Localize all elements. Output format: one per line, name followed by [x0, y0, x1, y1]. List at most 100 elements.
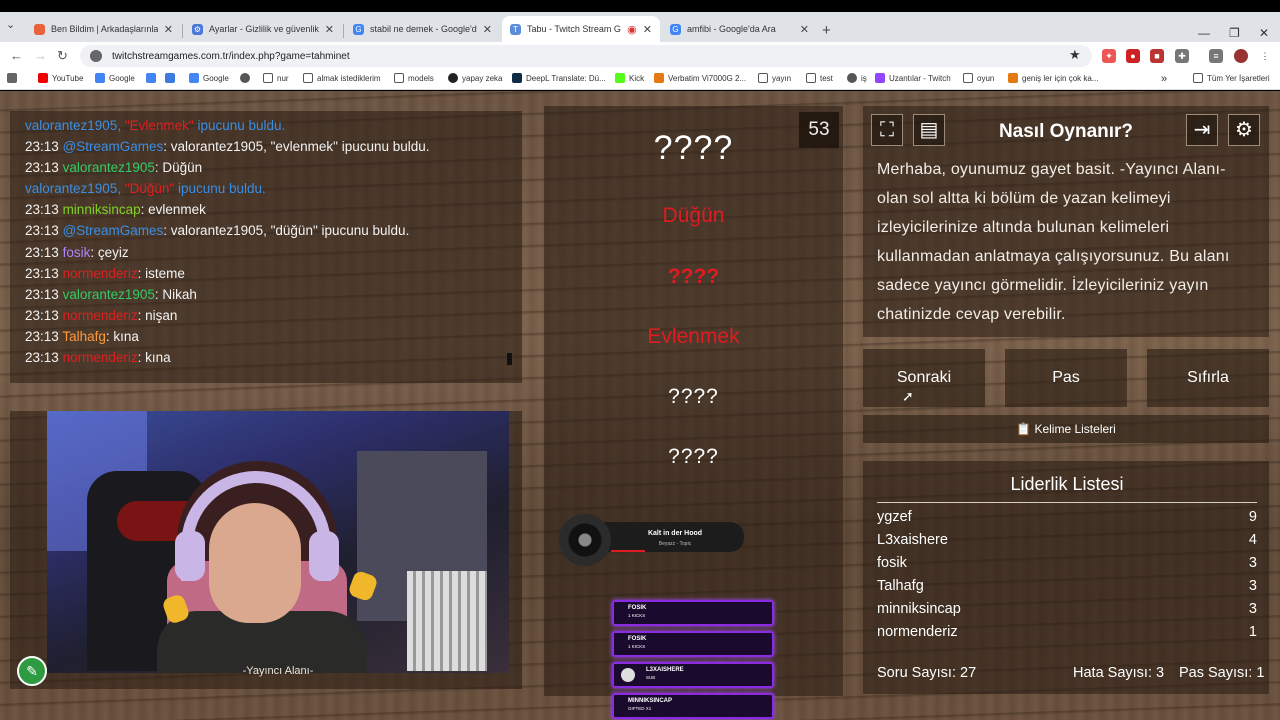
alert-name: MINNIKSINCAP	[628, 698, 673, 704]
restore-icon[interactable]: ❐	[1229, 26, 1240, 40]
reset-button[interactable]: Sıfırla	[1147, 349, 1269, 407]
new-tab-icon[interactable]: +	[822, 22, 831, 39]
chat-username[interactable]: @StreamGames	[63, 223, 164, 238]
bookmark-is[interactable]: iş	[847, 73, 867, 83]
close-icon[interactable]: ✕	[325, 23, 334, 36]
chat-text: : nişan	[137, 307, 178, 323]
bookmark-folder-oyun[interactable]: oyun	[963, 73, 994, 83]
bookmark-folder-almak[interactable]: almak istediklerim	[303, 73, 381, 83]
extension-icon[interactable]: ■	[1150, 49, 1164, 63]
chat-message: 23:13 normenderiz: isteme	[25, 263, 522, 284]
clue-word: Evlenmek	[647, 325, 740, 348]
adblock-icon[interactable]: ●	[1126, 49, 1140, 63]
bookmark-verbatim[interactable]: Verbatim Vi7000G 2...	[654, 73, 746, 83]
chat-username[interactable]: @StreamGames	[63, 139, 164, 154]
bookmark-genis[interactable]: geniş ler için çok ka...	[1008, 73, 1098, 83]
chat-username[interactable]: fosik	[63, 245, 91, 260]
tab-label: Ayarlar - Gizlilik ve güvenlik	[209, 24, 319, 34]
bookmark-yapay-zeka[interactable]: yapay zeka	[448, 73, 502, 83]
chat-message: 23:13 normenderiz: kına	[25, 347, 522, 368]
chat-text: : valorantez1905, "evlenmek" ipucunu bul…	[163, 139, 430, 155]
bookmark-youtube[interactable]: YouTube	[38, 73, 83, 83]
word-lists-label: Kelime Listeleri	[1034, 422, 1116, 436]
bookmark-deepl[interactable]: DeepL Translate: Dü...	[512, 73, 606, 83]
minimize-icon[interactable]: —	[1198, 26, 1210, 40]
deepl-icon	[512, 73, 522, 83]
close-icon[interactable]: ✕	[483, 23, 492, 36]
chat-timestamp: 23:13	[25, 265, 59, 281]
found-word: "Evlenmek"	[124, 118, 194, 133]
apps-grid-icon[interactable]	[7, 73, 21, 83]
bookmark-star-icon[interactable]: ★	[1069, 47, 1081, 63]
chat-scrollbar[interactable]	[507, 353, 512, 365]
clue-word: Düğün	[662, 204, 725, 227]
settings-gear-icon[interactable]: ⚙	[1228, 114, 1260, 146]
tab-tabu[interactable]: T Tabu - Twitch Stream Game ◉ ✕	[502, 16, 660, 42]
tab-label: amfibi - Google'da Ara	[687, 24, 776, 34]
bookmark-folder-models[interactable]: models	[394, 73, 434, 83]
chat-username[interactable]: valorantez1905	[25, 118, 117, 133]
chat-username[interactable]: valorantez1905	[63, 160, 155, 175]
alert-name: FOSIK	[628, 636, 647, 642]
bookmark-label: Google	[109, 73, 135, 83]
more-menu-icon[interactable]: ⋮	[1258, 49, 1272, 63]
close-icon[interactable]: ✕	[800, 23, 809, 36]
chat-username[interactable]: valorantez1905	[63, 287, 155, 302]
avatar[interactable]	[1234, 49, 1248, 63]
folder-icon	[806, 73, 816, 83]
tab-stabil[interactable]: G stabil ne demek - Google'da Ara ✕	[345, 16, 500, 42]
chat-username[interactable]: normenderiz	[63, 266, 138, 281]
bookmark-folder-test[interactable]: test	[806, 73, 833, 83]
chat-username[interactable]: normenderiz	[63, 308, 138, 323]
pass-button[interactable]: Pas	[1005, 349, 1127, 407]
chat-message: 23:13 valorantez1905: Düğün	[25, 157, 522, 178]
extension-icon[interactable]: ✦	[1102, 49, 1116, 63]
close-icon[interactable]: ✕	[164, 23, 173, 36]
all-bookmarks[interactable]: Tüm Yer İşaretleri	[1193, 73, 1270, 83]
bookmark-globe[interactable]	[240, 73, 254, 83]
pencil-icon[interactable]: ✎	[17, 656, 47, 686]
word-lists-button[interactable]: 📋 Kelime Listeleri	[863, 415, 1269, 443]
tab-ben-bildim[interactable]: Ben Bildim | Arkadaşlarınla Onlin ✕	[26, 16, 181, 42]
openai-icon	[448, 73, 458, 83]
media-control-icon[interactable]: ≡	[1209, 49, 1223, 63]
bookmark-folder-yayin[interactable]: yayın	[758, 73, 791, 83]
bookmark-google-2[interactable]: Google	[189, 73, 229, 83]
next-button[interactable]: Sonraki	[863, 349, 985, 407]
bookmark-translate[interactable]	[165, 73, 179, 83]
chat-username[interactable]: normenderiz	[63, 350, 138, 365]
clue-word: ????	[668, 445, 719, 468]
game-page: valorantez1905, "Evlenmek" ipucunu buldu…	[0, 91, 1280, 720]
how-to-play-text: Merhaba, oyunumuz gayet basit. -Yayıncı …	[877, 161, 1230, 323]
folder-icon	[963, 73, 973, 83]
bookmark-google[interactable]: Google	[95, 73, 135, 83]
tab-label: Tabu - Twitch Stream Game	[527, 24, 621, 34]
bookmark-google-g[interactable]	[146, 73, 160, 83]
window-close-icon[interactable]: ✕	[1259, 26, 1269, 40]
tab-label: Ben Bildim | Arkadaşlarınla Onlin	[51, 24, 158, 34]
bookmark-uzantilar[interactable]: Uzantılar - Twitch	[875, 73, 951, 83]
bookmark-folder-nur[interactable]: nur	[263, 73, 289, 83]
chat-username[interactable]: valorantez1905	[25, 181, 117, 196]
url-input[interactable]: twitchstreamgames.com.tr/index.php?game=…	[80, 45, 1092, 67]
folder-icon	[1193, 73, 1203, 83]
chat-username[interactable]: Talhafg	[62, 329, 106, 344]
tab-ayarlar[interactable]: ⚙ Ayarlar - Gizlilik ve güvenlik ✕	[184, 16, 342, 42]
player-score: 4	[1248, 532, 1257, 548]
clue-word: ????	[667, 265, 720, 288]
reload-icon[interactable]: ↻	[57, 48, 68, 64]
song-artist: Beyazz - Topic	[658, 541, 692, 547]
site-info-icon[interactable]	[90, 50, 102, 62]
forward-arrow-icon[interactable]: →	[34, 48, 47, 63]
logout-icon[interactable]: ⇥	[1186, 114, 1218, 146]
bookmark-kick[interactable]: Kick	[615, 73, 644, 83]
close-icon[interactable]: ✕	[643, 23, 652, 36]
tab-search-chevron-icon[interactable]: ⌄	[6, 18, 22, 34]
back-arrow-icon[interactable]: ←	[10, 48, 23, 63]
tab-amfibi[interactable]: G amfibi - Google'da Ara ✕	[662, 16, 817, 42]
bookmark-label: Tüm Yer İşaretleri	[1207, 73, 1270, 83]
extensions-puzzle-icon[interactable]: ✚	[1175, 49, 1189, 63]
chat-username[interactable]: minniksincap	[63, 202, 141, 217]
more-bookmarks-chevron-icon[interactable]: »	[1161, 73, 1167, 85]
twitch-icon	[875, 73, 885, 83]
